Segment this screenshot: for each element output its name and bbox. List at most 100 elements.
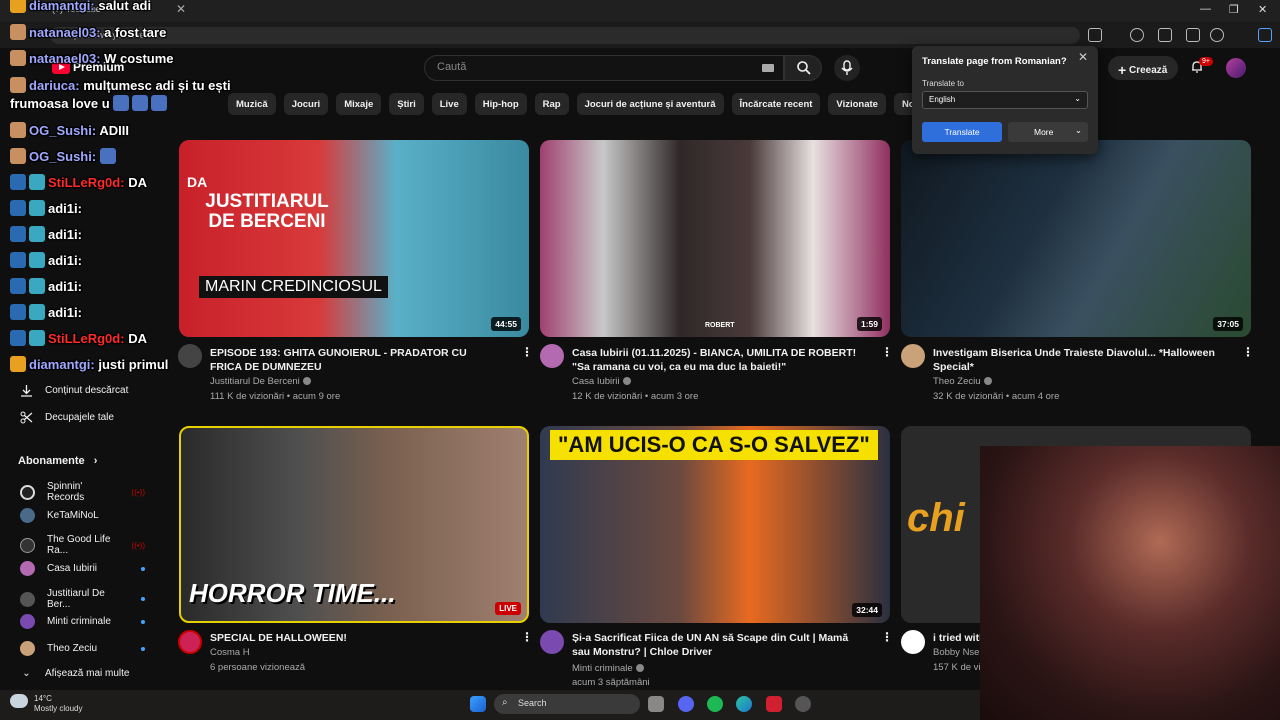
chip-recently-uploaded[interactable]: Încărcate recent: [731, 93, 821, 115]
search-button[interactable]: [784, 55, 822, 81]
weather-desc: Mostly cloudy: [34, 704, 83, 713]
channel-avatar[interactable]: [901, 344, 925, 368]
discord-icon[interactable]: [678, 696, 694, 712]
more-options-icon[interactable]: ⋮: [881, 345, 893, 359]
chat-text: W costume: [104, 51, 174, 66]
chat-text: ADIII: [99, 123, 129, 138]
video-title[interactable]: Casa Iubirii (01.11.2025) - BIANCA, UMIL…: [572, 346, 862, 374]
create-button[interactable]: + Creează: [1108, 56, 1178, 80]
favorite-star-icon[interactable]: [1130, 28, 1144, 42]
sidebar-sub-item[interactable]: KeTaMiNoL: [20, 508, 145, 523]
weather-widget[interactable]: 14°C Mostly cloudy: [34, 694, 82, 714]
video-thumbnail[interactable]: DA JUSTITIARUL DE BERCENI MARIN CREDINCI…: [179, 140, 529, 337]
chip-hiphop[interactable]: Hip-hop: [474, 93, 527, 115]
sidebar-sub-item[interactable]: Justitiarul De Ber...: [20, 588, 145, 610]
video-channel[interactable]: Theo Zeciu: [933, 374, 992, 389]
voice-search-button[interactable]: [834, 55, 860, 81]
more-options-icon[interactable]: ⋮: [521, 345, 533, 359]
chat-username: dariuca:: [29, 78, 80, 93]
new-content-dot: [141, 566, 145, 571]
mod-badge-icon: [10, 252, 26, 268]
more-options-icon[interactable]: ⋮: [521, 630, 533, 644]
chip-watched[interactable]: Vizionate: [828, 93, 886, 115]
extensions-icon[interactable]: [1158, 28, 1172, 42]
start-menu-icon[interactable]: [470, 696, 486, 712]
sidebar-sub-item[interactable]: The Good Life Ra... ((•)): [20, 534, 145, 556]
channel-avatar[interactable]: [178, 344, 202, 368]
steam-icon[interactable]: [795, 696, 811, 712]
subscriptions-header[interactable]: Abonamente ›: [18, 455, 97, 467]
channel-avatar[interactable]: [901, 630, 925, 654]
more-button[interactable]: More ⌄: [1008, 122, 1088, 142]
edge-icon[interactable]: [736, 696, 752, 712]
chip-action-games[interactable]: Jocuri de acțiune și aventură: [576, 93, 724, 115]
video-channel[interactable]: Cosma H: [210, 645, 250, 660]
copilot-icon[interactable]: [1258, 28, 1272, 42]
chat-username: adi1i:: [48, 253, 82, 268]
show-more-button[interactable]: ⌄ Afișează mai multe: [20, 668, 145, 679]
spotify-icon[interactable]: [707, 696, 723, 712]
translate-icon[interactable]: [1088, 28, 1102, 42]
tab-close-icon[interactable]: ✕: [176, 2, 186, 16]
video-title[interactable]: EPISODE 193: GHITA GUNOIERUL - PRADATOR …: [210, 346, 500, 374]
video-title[interactable]: i tried with: [933, 631, 983, 645]
chip-gaming[interactable]: Jocuri: [283, 93, 329, 115]
collections-icon[interactable]: [1186, 28, 1200, 42]
chip-live[interactable]: Live: [431, 93, 467, 115]
channel-avatar[interactable]: [540, 630, 564, 654]
sidebar-sub-item[interactable]: Theo Zeciu: [20, 641, 145, 656]
channel-avatar[interactable]: [540, 344, 564, 368]
chat-username: natanael03:: [29, 25, 101, 40]
chip-rap[interactable]: Rap: [534, 93, 569, 115]
url-field[interactable]: https://www.youtube.com: [50, 27, 1080, 44]
sidebar-sub-item[interactable]: Spinnin' Records ((•)): [20, 481, 145, 503]
keyboard-icon[interactable]: [762, 64, 774, 72]
language-select[interactable]: English ⌄: [922, 91, 1088, 109]
sidebar-sub-item[interactable]: Minti criminale: [20, 614, 145, 629]
video-title[interactable]: SPECIAL DE HALLOWEEN!: [210, 631, 500, 645]
video-channel[interactable]: Minti criminale: [572, 661, 644, 676]
sub-badge-icon: [10, 356, 26, 372]
close-icon[interactable]: ✕: [1078, 50, 1088, 64]
more-options-icon[interactable]: ⋮: [1242, 345, 1254, 359]
profile-icon[interactable]: [1210, 28, 1224, 42]
chat-text: mulțumesc adi și tu ești: [83, 78, 231, 93]
chevron-right-icon: ›: [93, 455, 98, 467]
sidebar-sub-item[interactable]: Casa Iubirii: [20, 561, 145, 576]
more-options-icon[interactable]: ⋮: [881, 630, 893, 644]
chip-mixes[interactable]: Mixaje: [336, 93, 382, 115]
video-thumbnail[interactable]: "AM UCIS-O CA S-O SALVEZ" 32:44: [540, 426, 890, 623]
bits-badge-icon: [29, 252, 45, 268]
search-input[interactable]: Caută: [424, 55, 784, 81]
emote-icon: [10, 148, 26, 164]
emote-icon: [10, 77, 26, 93]
video-thumbnail[interactable]: 37:05: [901, 140, 1251, 337]
video-thumbnail[interactable]: ROBERT 1:59: [540, 140, 890, 337]
verified-icon: [635, 664, 644, 672]
video-title[interactable]: Investigam Biserica Unde Traieste Diavol…: [933, 346, 1223, 374]
video-channel[interactable]: Justitiarul De Berceni: [210, 374, 311, 389]
minimize-icon[interactable]: —: [1200, 3, 1211, 15]
sidebar-item-clips[interactable]: Decupajele tale: [20, 411, 145, 424]
sidebar-item-downloads[interactable]: Conținut descărcat: [20, 384, 145, 397]
channel-avatar[interactable]: [178, 630, 202, 654]
chat-text: DA: [128, 175, 147, 190]
video-channel[interactable]: Casa Iubirii: [572, 374, 631, 389]
video-channel[interactable]: Bobby Nser: [933, 645, 980, 660]
chip-music[interactable]: Muzică: [228, 93, 276, 115]
sub-name: KeTaMiNoL: [47, 510, 99, 521]
window-close-icon[interactable]: ✕: [1258, 3, 1267, 16]
chat-text: frumoasa love u: [10, 96, 110, 111]
chat-message: OG_Sushi: ADIII: [10, 122, 129, 138]
video-thumbnail[interactable]: HORROR TIME... LIVE: [179, 426, 529, 623]
verified-icon: [302, 377, 311, 385]
taskbar-search[interactable]: ⌕ Search: [494, 694, 640, 714]
maximize-icon[interactable]: ❐: [1229, 3, 1239, 16]
app-icon[interactable]: [766, 696, 782, 712]
task-view-icon[interactable]: [648, 696, 664, 712]
account-avatar[interactable]: [1226, 58, 1246, 78]
video-title[interactable]: Și-a Sacrificat Fiica de UN AN să Scape …: [572, 631, 862, 659]
translate-button[interactable]: Translate: [922, 122, 1002, 142]
verified-icon: [622, 377, 631, 385]
chip-news[interactable]: Știri: [389, 93, 424, 115]
